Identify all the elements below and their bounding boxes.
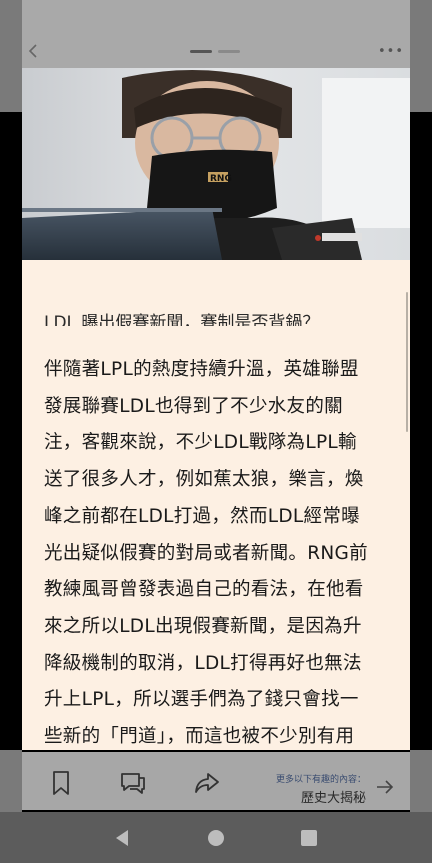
bookmark-button[interactable] [46, 769, 76, 797]
circle-home-icon [208, 830, 224, 846]
article-line: 教練風哥曾發表過自己的看法，在他看 [44, 579, 364, 601]
player-photo: RNG [22, 68, 410, 260]
nav-back-button[interactable] [110, 826, 134, 850]
article-title: LDL 曝出假賽新聞，賽制是否背鍋？ [44, 313, 320, 326]
article-line: 光出疑似假賽的對局或者新聞。RNG前 [44, 542, 368, 564]
article-line: 發展聯賽LDL也得到了不少水友的關 [44, 395, 343, 417]
next-article-button[interactable] [376, 776, 394, 800]
comment-icon [121, 773, 145, 794]
left-edge-bottom [0, 750, 22, 812]
svg-text:RNG: RNG [210, 174, 232, 184]
article-photo: RNG [22, 68, 410, 260]
next-article-title[interactable]: 歷史大揭秘 [301, 787, 366, 806]
share-button[interactable] [192, 769, 222, 797]
article-line: 伴隨著LPL的熱度持續升溫，英雄聯盟 [44, 359, 359, 380]
ellipsis-icon: ••• [377, 44, 404, 59]
left-edge [0, 0, 22, 112]
scrollbar[interactable] [406, 292, 408, 432]
next-article-label: 更多以下有趣的內容： [275, 775, 366, 785]
article-line: 降級機制的取消，LDL打得再好也無法 [44, 652, 362, 674]
share-icon [195, 773, 219, 793]
chevron-left-icon [28, 44, 37, 58]
comment-button[interactable] [118, 769, 148, 797]
bookmark-icon [53, 771, 69, 795]
system-nav-bar [0, 812, 432, 863]
back-button[interactable] [24, 38, 42, 64]
article-line: 些新的「門道」，而這也被不少別有用 [44, 726, 355, 748]
article-action-bar: 更多以下有趣的內容： 歷史大揭秘 [22, 752, 410, 810]
article-line: 送了很多人才，例如蕉太狼，樂言，煥 [44, 469, 364, 491]
page-indicator-active [190, 50, 212, 53]
article-header: ••• [22, 0, 410, 68]
arrow-right-icon [377, 780, 394, 794]
article-line: 注，客觀來說，不少LDL戰隊為LPL輸 [44, 432, 357, 454]
page-indicator-idle [218, 50, 240, 53]
square-recents-icon [301, 830, 317, 846]
page-indicator [190, 50, 240, 53]
nav-recents-button[interactable] [297, 826, 321, 850]
article-line: 峰之前都在LDL打過，然而LDL經常曝 [44, 505, 360, 527]
article-body: 伴隨著LPL的熱度持續升溫，英雄聯盟 發展聯賽LDL也得到了不少水友的關 注，客… [44, 352, 389, 750]
right-edge [410, 0, 432, 112]
more-button[interactable]: ••• [378, 44, 404, 59]
nav-home-button[interactable] [204, 826, 228, 850]
right-edge-bottom [410, 750, 432, 812]
article-line: 來之所以LDL出現假賽新聞，是因為升 [44, 615, 362, 637]
article-line: 升上LPL，所以選手們為了錢只會找一 [44, 689, 359, 711]
triangle-back-icon [116, 830, 128, 846]
article-content[interactable]: LDL 曝出假賽新聞，賽制是否背鍋？ 伴隨著LPL的熱度持續升溫，英雄聯盟 發展… [22, 260, 410, 750]
